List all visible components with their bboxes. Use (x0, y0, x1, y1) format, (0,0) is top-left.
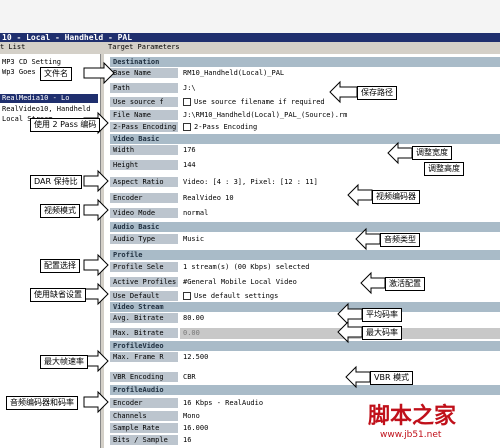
list-item[interactable]: MP3 CD Setting (0, 58, 61, 67)
section-video-stream: Video Stream (110, 302, 500, 312)
row-use-source: Use source f Use source filename if requ… (110, 97, 500, 108)
field-label: Encoder (110, 398, 178, 409)
field-label: 2-Pass Encoding (110, 122, 178, 133)
profile-select-input[interactable]: 1 stream(s) (00 Kbps) selected (180, 262, 500, 273)
field-label: Video Mode (110, 208, 178, 219)
section-destination: Destination (110, 57, 500, 67)
field-label: Base Name (110, 68, 178, 79)
callout-max-fps: 最大帧速率 (40, 355, 88, 369)
max-frame-rate-input[interactable]: 12.500 (180, 352, 500, 363)
checkbox-icon[interactable] (183, 292, 191, 300)
two-pass-checkbox[interactable]: 2-Pass Encoding (180, 122, 500, 133)
field-label: Channels (110, 411, 178, 422)
callout-video-mode: 视频模式 (40, 204, 80, 218)
callout-use-default: 使用缺省设置 (30, 288, 86, 302)
callout-vbr: VBR 模式 (370, 371, 414, 385)
callout-resize-width: 调整宽度 (412, 146, 452, 160)
callout-filename: 文件名 (40, 67, 72, 81)
aspect-ratio-input[interactable]: Video: [4 : 3], Pixel: [12 : 11] (180, 177, 500, 188)
section-video-basic: Video Basic (110, 134, 500, 144)
field-label: Audio Type (110, 234, 178, 245)
field-label: VBR Encoding (110, 372, 178, 383)
row-base-name: Base Name RM10_Handheld(Local)_PAL (110, 68, 500, 79)
preset-list: MP3 CD Setting Wp3 Goes For RealMedia10 … (0, 54, 101, 448)
callout-audio-codec: 音频编码器和码率 (6, 396, 78, 410)
base-name-input[interactable]: RM10_Handheld(Local)_PAL (180, 68, 500, 79)
window-title: 10 - Local - Handheld - PAL (0, 33, 500, 42)
use-source-checkbox[interactable]: Use source filename if required (180, 97, 500, 108)
active-profiles-select[interactable]: #General Mobile Local Video (180, 277, 500, 288)
row-encoder: Encoder RealVideo 10 (110, 193, 500, 204)
section-profile: Profile (110, 250, 500, 260)
field-label: Height (110, 160, 178, 171)
callout-max-bitrate: 最大码率 (362, 326, 402, 340)
callout-dar: DAR 保持比 (30, 175, 82, 189)
field-label: Profile Sele (110, 262, 178, 273)
field-label: Use Default (110, 291, 178, 302)
field-label: Width (110, 145, 178, 156)
field-label: Bits / Sample (110, 435, 178, 446)
row-aspect-ratio: Aspect Ratio Video: [4 : 3], Pixel: [12 … (110, 177, 500, 188)
list-item[interactable]: RealVideo10, Handheld (0, 105, 91, 114)
section-audio-basic: Audio Basic (110, 222, 500, 232)
width-input[interactable]: 176 (180, 145, 500, 156)
checkbox-icon[interactable] (183, 98, 191, 106)
callout-save-path: 保存路径 (357, 86, 397, 100)
section-profile-video: ProfileVideo (110, 341, 500, 351)
callout-audio-type: 音频类型 (380, 233, 420, 247)
row-active-profiles: Active Profiles #General Mobile Local Vi… (110, 277, 500, 288)
row-video-mode: Video Mode normal (110, 208, 500, 219)
field-label: Encoder (110, 193, 178, 204)
callout-avg-bitrate: 平均码率 (362, 308, 402, 322)
callout-two-pass: 使用 2 Pass 编码 (30, 118, 101, 132)
checkbox-label: 2-Pass Encoding (194, 123, 258, 131)
encoder-select[interactable]: RealVideo 10 (180, 193, 500, 204)
row-use-defaults: Use Default Use default settings (110, 291, 500, 302)
row-path: Path J:\ (110, 83, 500, 94)
right-tab[interactable]: Target Parameters (108, 43, 180, 52)
field-label: Max. Bitrate (110, 328, 178, 339)
checkbox-label: Use source filename if required (194, 98, 325, 106)
audio-type-select[interactable]: Music (180, 234, 500, 245)
callout-resize-height: 调整高度 (424, 162, 464, 176)
avg-bitrate-input[interactable]: 80.00 (180, 313, 500, 324)
field-label: Active Profiles (110, 277, 178, 288)
row-audio-type: Audio Type Music (110, 234, 500, 245)
row-profile-select: Profile Sele 1 stream(s) (00 Kbps) selec… (110, 262, 500, 273)
field-label: Use source f (110, 97, 178, 108)
row-two-pass: 2-Pass Encoding 2-Pass Encoding (110, 122, 500, 133)
site-watermark-logo: 脚本之家 (368, 404, 457, 429)
list-item-selected[interactable]: RealMedia10 - Lo (0, 94, 98, 103)
path-input[interactable]: J:\ (180, 83, 500, 94)
vbr-encoding-select[interactable]: CBR (180, 372, 500, 383)
row-avg-bitrate: Avg. Bitrate 80.00 (110, 313, 500, 324)
checkbox-label: Use default settings (194, 292, 279, 300)
site-watermark-url: www.jb51.net (380, 430, 442, 440)
top-blank-area (0, 0, 500, 33)
callout-config-select: 配置选择 (40, 259, 80, 273)
field-label: Aspect Ratio (110, 177, 178, 188)
field-label: Max. Frame R (110, 352, 178, 363)
row-vbr-encoding: VBR Encoding CBR (110, 372, 500, 383)
left-tab[interactable]: t List (0, 43, 25, 52)
bits-per-sample-select[interactable]: 16 (180, 435, 500, 446)
field-label: Avg. Bitrate (110, 313, 178, 324)
checkbox-icon[interactable] (183, 123, 191, 131)
callout-encoder: 视频编码器 (372, 190, 420, 204)
field-label: Path (110, 83, 178, 94)
section-profile-audio: ProfileAudio (110, 385, 500, 395)
max-bitrate-input[interactable]: 0.00 (180, 328, 500, 339)
row-file-name: File Name J:\RM10_Handheld(Local)_PAL_(S… (110, 110, 500, 121)
file-name-input[interactable]: J:\RM10_Handheld(Local)_PAL_(Source).rm (180, 110, 500, 121)
row-max-bitrate: Max. Bitrate 0.00 (110, 328, 500, 339)
callout-active-profile: 激活配置 (385, 277, 425, 291)
video-mode-select[interactable]: normal (180, 208, 500, 219)
row-bits-per-sample: Bits / Sample 16 (110, 435, 500, 446)
field-label: File Name (110, 110, 178, 121)
row-max-frame-rate: Max. Frame R 12.500 (110, 352, 500, 363)
field-label: Sample Rate (110, 423, 178, 434)
use-defaults-checkbox[interactable]: Use default settings (180, 291, 500, 302)
